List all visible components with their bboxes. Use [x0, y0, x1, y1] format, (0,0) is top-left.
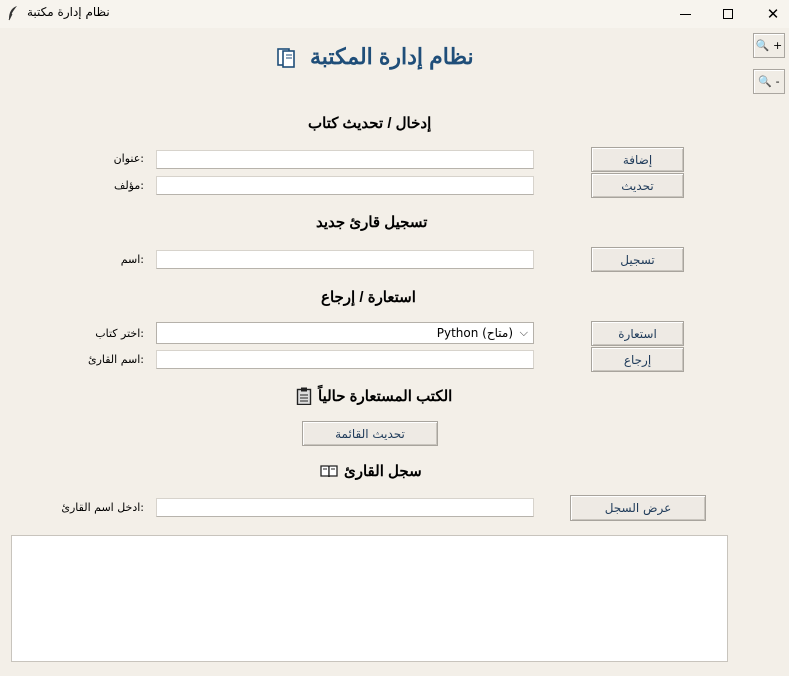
page-title: نظام إدارة المكتبة [310, 44, 474, 69]
history-section-heading: سجل القارئ [344, 463, 422, 480]
return-button[interactable]: إرجاع [591, 347, 684, 372]
output-textarea[interactable] [11, 535, 728, 662]
add-book-button[interactable]: إضافة [591, 147, 684, 172]
show-history-button[interactable]: عرض السجل [570, 495, 706, 521]
book-select[interactable]: Python (متاح) ⌵ [156, 322, 534, 344]
minimize-icon [679, 13, 691, 15]
borrow-section-heading: استعارة / إرجاع [321, 289, 416, 306]
feather-icon [8, 6, 17, 21]
books-icon [277, 48, 295, 68]
history-reader-input[interactable] [156, 498, 534, 517]
borrowed-section-heading: الكتب المستعارة حالياً [318, 388, 453, 405]
borrowed-heading-row: الكتب المستعارة حالياً [296, 387, 452, 405]
reader-name-input[interactable] [156, 250, 534, 269]
zoom-out-button[interactable]: 🔍 - [753, 69, 785, 94]
close-icon: ✕ [766, 5, 780, 23]
author-label: :مؤلف [113, 179, 144, 192]
choose-book-label: :اختر كتاب [95, 327, 144, 340]
author-input[interactable] [156, 176, 534, 195]
borrow-reader-input[interactable] [156, 350, 534, 369]
window-titlebar: نظام إدارة مكتبة ✕ [0, 0, 789, 28]
close-button[interactable]: ✕ [750, 0, 789, 28]
window-title: نظام إدارة مكتبة [27, 5, 110, 19]
chevron-down-icon: ⌵ [519, 326, 528, 339]
book-select-value: Python (متاح) [436, 326, 513, 340]
reader-name-label: :اسم القارئ [87, 353, 144, 366]
maximize-button[interactable] [705, 0, 751, 28]
minimize-button[interactable] [662, 0, 708, 28]
name-label: :اسم [120, 253, 144, 266]
page-title-row: نظام إدارة المكتبة [276, 44, 474, 70]
history-reader-label: :ادخل اسم القارئ [61, 501, 144, 514]
zoom-in-button[interactable]: 🔍 + [753, 33, 785, 58]
reader-section-heading: تسجيل قارئ جديد [316, 214, 428, 231]
title-label: :عنوان [113, 152, 144, 165]
register-button[interactable]: تسجيل [591, 247, 684, 272]
history-heading-row: سجل القارئ [320, 462, 422, 480]
borrow-button[interactable]: استعارة [591, 321, 684, 346]
title-input[interactable] [156, 150, 534, 169]
update-book-button[interactable]: تحديث [591, 173, 684, 198]
book-section-heading: إدخال / تحديث كتاب [308, 115, 432, 132]
maximize-icon [723, 9, 733, 19]
clipboard-icon [296, 387, 312, 405]
open-book-icon [320, 465, 338, 478]
refresh-list-button[interactable]: تحديث القائمة [302, 421, 438, 446]
